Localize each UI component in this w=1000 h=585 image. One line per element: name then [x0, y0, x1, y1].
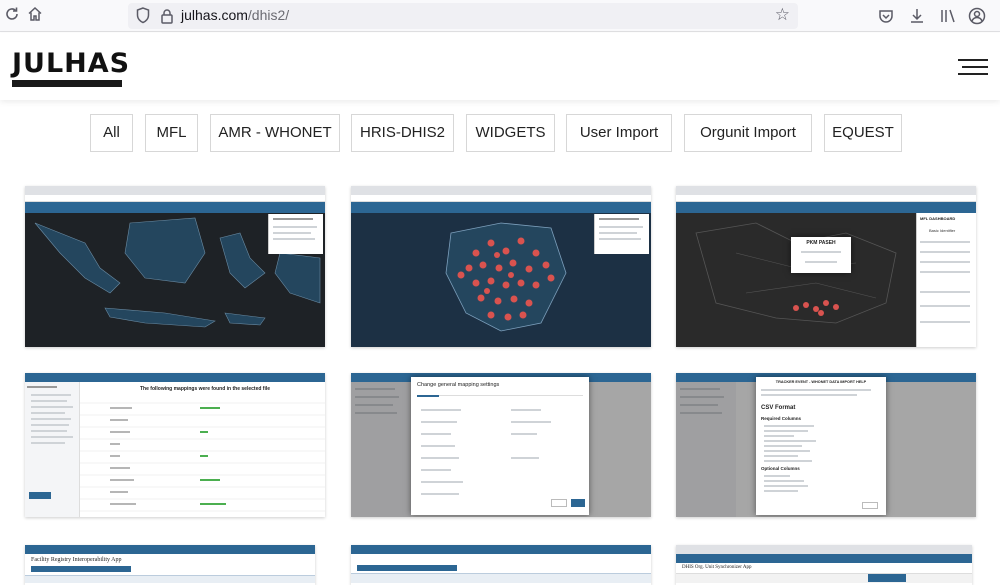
gallery-thumbnail-interoperability-app[interactable]: Facility Registry Interoperability App	[25, 545, 315, 585]
reload-icon[interactable]	[2, 6, 22, 26]
site-header: JULHAS	[0, 33, 1000, 100]
mapping-settings-title: Change general mapping settings	[417, 382, 500, 388]
required-columns-label: Required Columns	[761, 416, 802, 421]
facility-popup-title: PKM PASEH	[806, 240, 836, 246]
orgunit-sync-title: DHIS Org. Unit Synchronizer App	[682, 565, 752, 570]
csv-format-label: CSV Format	[761, 405, 796, 411]
filter-user-import-button[interactable]: User Import	[566, 114, 672, 152]
site-logo[interactable]: JULHAS	[12, 50, 130, 87]
basic-identifier-label: Basic Identifier	[929, 228, 956, 233]
gallery-thumbnail-mfl-dashboard[interactable]: PKM PASEH MFL DASHBOARD Basic Identifier	[676, 186, 976, 347]
mfl-dashboard-label: MFL DASHBOARD	[920, 216, 956, 221]
mapping-table	[80, 402, 325, 512]
gallery-thumbnail-facility-registry[interactable]	[351, 545, 651, 585]
gallery-thumbnail-tracker-help[interactable]: TRACKER EVENT - WHONET DATA IMPORT HELP …	[676, 373, 976, 517]
filter-orgunit-import-button[interactable]: Orgunit Import	[684, 114, 812, 152]
filter-equest-button[interactable]: EQUEST	[824, 114, 902, 152]
library-icon[interactable]	[938, 6, 958, 26]
url-text: julhas.com/dhis2/	[181, 7, 289, 23]
gallery-thumbnail-mfl-facility-map[interactable]	[351, 186, 651, 347]
address-bar[interactable]: julhas.com/dhis2/ ☆	[128, 3, 798, 29]
filter-all-button[interactable]: All	[90, 114, 133, 152]
gallery-thumbnail-orgunit-sync[interactable]: DHIS Org. Unit Synchronizer App	[676, 545, 972, 585]
account-icon[interactable]	[967, 6, 987, 26]
map-image	[695, 222, 897, 324]
url-domain: julhas.com	[181, 7, 248, 23]
logo-text: JULHAS	[12, 48, 131, 79]
bookmark-star-icon[interactable]: ☆	[775, 5, 790, 25]
interoperability-app-title: Facility Registry Interoperability App	[31, 557, 122, 563]
gallery-thumbnail-whonet-mapping[interactable]: The following mappings were found in the…	[25, 373, 325, 517]
hamburger-menu-icon[interactable]	[958, 59, 988, 75]
filter-hris-dhis2-button[interactable]: HRIS-DHIS2	[351, 114, 454, 152]
url-path: /dhis2/	[247, 7, 290, 23]
download-icon[interactable]	[907, 6, 927, 26]
filter-mfl-button[interactable]: MFL	[145, 114, 198, 152]
filter-widgets-button[interactable]: WIDGETS	[466, 114, 555, 152]
logo-underline	[12, 80, 122, 87]
filter-amr-whonet-button[interactable]: AMR - WHONET	[210, 114, 340, 152]
gallery-thumbnail-mapping-settings[interactable]: Change general mapping settings	[351, 373, 651, 517]
gallery-thumbnail-mfl-map-dark[interactable]	[25, 186, 325, 347]
lock-icon[interactable]	[160, 8, 174, 24]
tracking-protection-icon[interactable]	[136, 7, 150, 24]
home-icon[interactable]	[25, 6, 45, 26]
browser-toolbar: julhas.com/dhis2/ ☆	[0, 0, 1000, 32]
pocket-icon[interactable]	[876, 6, 896, 26]
optional-columns-label: Optional Columns	[761, 466, 800, 471]
tracker-help-title: TRACKER EVENT - WHONET DATA IMPORT HELP	[775, 380, 867, 384]
mapping-dialog-heading: The following mappings were found in the…	[140, 386, 271, 392]
